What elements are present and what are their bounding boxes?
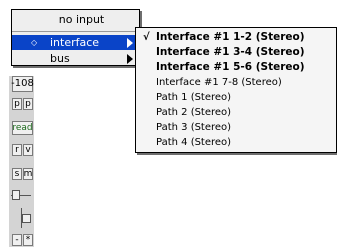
mute-button[interactable]: m [23,168,33,180]
submenu-item[interactable]: Interface #1 7-8 (Stereo) [136,76,336,89]
submenu-item-label: Path 4 (Stereo) [156,137,232,148]
menu-item-bus[interactable]: bus [12,51,139,66]
selected-bullet-icon: ◇ [31,38,38,47]
submenu-item-label: Path 2 (Stereo) [156,107,232,118]
input-menu: no input ◇ interface bus [11,9,140,66]
submenu-item-label: Interface #1 5-6 (Stereo) [156,61,305,73]
menu-item-interface[interactable]: ◇ interface [12,35,139,50]
submenu-item[interactable]: Path 2 (Stereo) [136,106,336,119]
voice-button[interactable]: v [23,144,33,156]
submenu-item[interactable]: Path 3 (Stereo) [136,121,336,134]
interface-submenu: √ Interface #1 1-2 (Stereo) Interface #1… [135,27,337,153]
automation-mode-button[interactable]: read [12,121,33,135]
menu-item-label: interface [50,36,100,49]
submenu-item[interactable]: Path 1 (Stereo) [136,91,336,104]
level-readout: -108 [11,76,34,92]
submenu-item-label: Interface #1 7-8 (Stereo) [156,77,282,88]
star-button[interactable]: * [23,234,33,246]
channel-strip: -108 p p read r v s m - * [9,76,34,247]
minus-button[interactable]: - [12,234,22,246]
submenu-item-label: Interface #1 1-2 (Stereo) [156,31,305,43]
pan-right-button[interactable]: p [23,98,33,110]
submenu-item-label: Path 1 (Stereo) [156,92,232,103]
submenu-item-label: Path 3 (Stereo) [156,122,232,133]
submenu-arrow-icon [127,37,133,48]
menu-item-no-input[interactable]: no input [12,12,145,27]
submenu-arrow-icon [127,53,133,64]
solo-button[interactable]: s [12,168,22,180]
submenu-item[interactable]: Path 4 (Stereo) [136,136,336,149]
submenu-item[interactable]: Interface #1 5-6 (Stereo) [136,61,336,74]
pan-slider[interactable] [11,188,31,202]
fader-handle[interactable] [13,208,31,228]
submenu-item[interactable]: √ Interface #1 1-2 (Stereo) [136,31,336,44]
submenu-item-label: Interface #1 3-4 (Stereo) [156,46,305,58]
submenu-item[interactable]: Interface #1 3-4 (Stereo) [136,46,336,59]
menu-item-label: bus [50,52,70,65]
pan-left-button[interactable]: p [12,98,22,110]
menu-separator [12,31,139,32]
menu-item-label: no input [58,13,105,26]
checkmark-icon: √ [143,32,150,43]
record-button[interactable]: r [12,144,22,156]
